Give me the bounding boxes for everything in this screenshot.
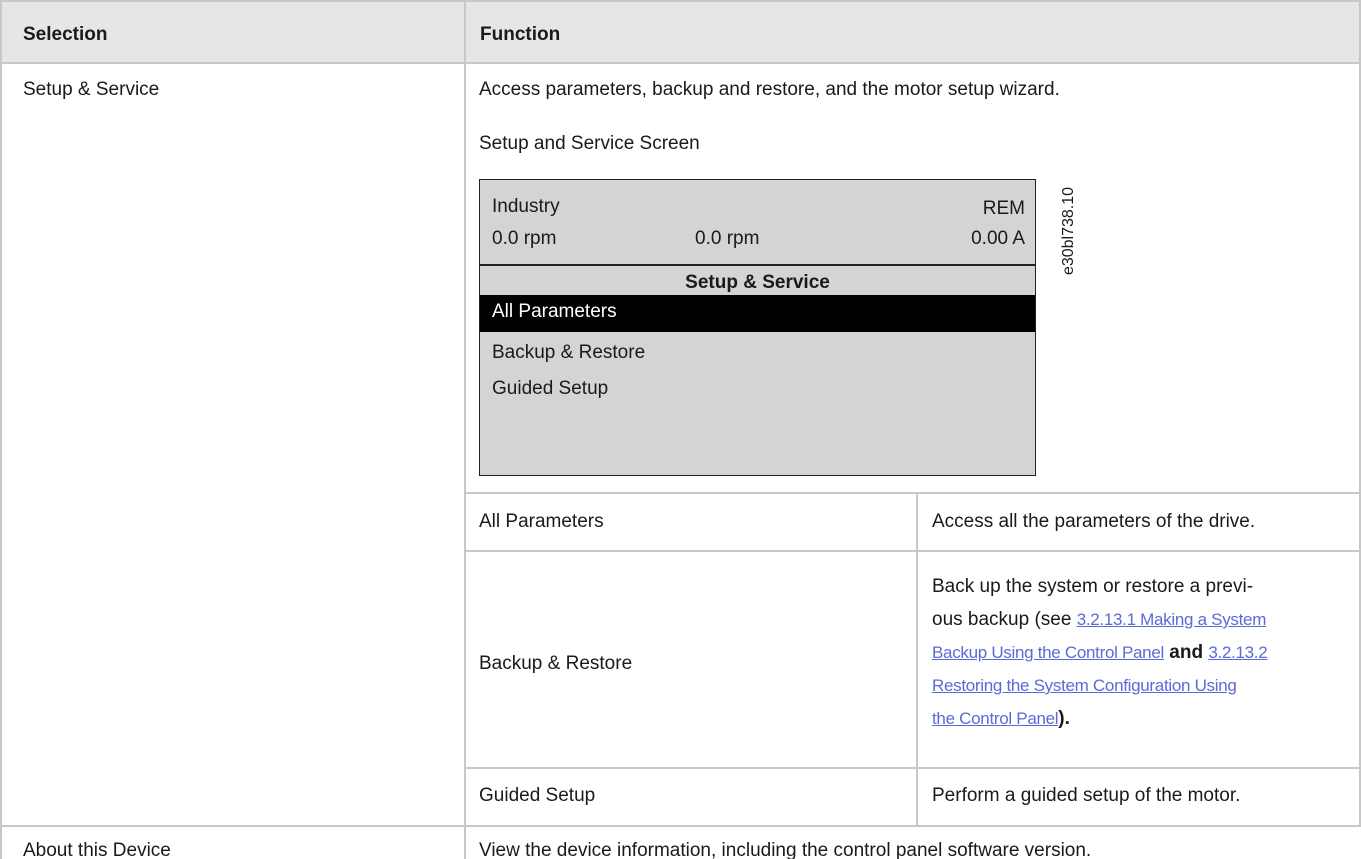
subtable-desc: Perform a guided setup of the motor. <box>932 785 1241 806</box>
subtable-name: Guided Setup <box>479 785 596 806</box>
figure-code: e30bl738.10 <box>1060 186 1077 276</box>
screen-title: Setup & Service <box>685 272 830 293</box>
col-divider <box>916 492 918 827</box>
row-setup-description: Access parameters, backup and restore, a… <box>479 79 1060 100</box>
screen-menu-item: Guided Setup <box>492 378 609 399</box>
screen-current: 0.00 A <box>971 228 1025 249</box>
link-restoring-config[interactable]: 3.2.13.2 <box>1208 643 1267 662</box>
subtable-desc: Access all the parameters of the drive. <box>932 511 1256 532</box>
subtable-name: Backup & Restore <box>479 653 633 674</box>
backup-desc-text: ous backup (see <box>932 609 1077 630</box>
row-divider <box>464 492 1361 494</box>
screen-divider <box>480 264 1035 266</box>
header-selection: Selection <box>23 24 108 45</box>
screen-menu-item: Backup & Restore <box>492 342 646 363</box>
row-divider <box>464 767 1361 769</box>
figure-caption: Setup and Service Screen <box>479 133 700 154</box>
row-divider <box>0 825 1361 827</box>
subtable-name: All Parameters <box>479 511 604 532</box>
row-about-description: View the device information, including t… <box>479 840 1092 859</box>
backup-desc-end: ). <box>1058 708 1070 729</box>
backup-desc-and: and <box>1169 642 1204 663</box>
screen-status: REM <box>982 198 1025 219</box>
screen-speed-mid: 0.0 rpm <box>695 228 760 249</box>
link-restoring-config-cont[interactable]: Restoring the System Configuration Using <box>932 676 1237 695</box>
backup-desc-line: Back up the system or restore a previ- <box>932 576 1254 597</box>
table-header: Selection Function <box>0 0 1361 62</box>
function-table: Selection Function Setup & Service Acces… <box>0 0 1361 859</box>
screen-speed-left: 0.0 rpm <box>492 228 557 249</box>
link-restoring-config-end[interactable]: the Control Panel <box>932 709 1059 728</box>
col-divider <box>0 0 2 859</box>
screen-menu-item: All Parameters <box>492 301 617 322</box>
link-making-backup-cont[interactable]: Backup Using the Control Panel <box>932 643 1164 662</box>
row-about-selection: About this Device <box>23 840 171 859</box>
row-setup-selection: Setup & Service <box>23 79 160 100</box>
link-making-backup[interactable]: 3.2.13.1 Making a System <box>1077 610 1267 629</box>
screen-mode: Industry <box>492 196 560 217</box>
control-panel-screen: Industry REM 0.0 rpm 0.0 rpm 0.00 A Setu… <box>479 179 1036 476</box>
row-divider <box>464 550 1361 552</box>
col-divider <box>464 0 466 859</box>
row-divider <box>0 62 1361 64</box>
header-function: Function <box>480 24 561 45</box>
